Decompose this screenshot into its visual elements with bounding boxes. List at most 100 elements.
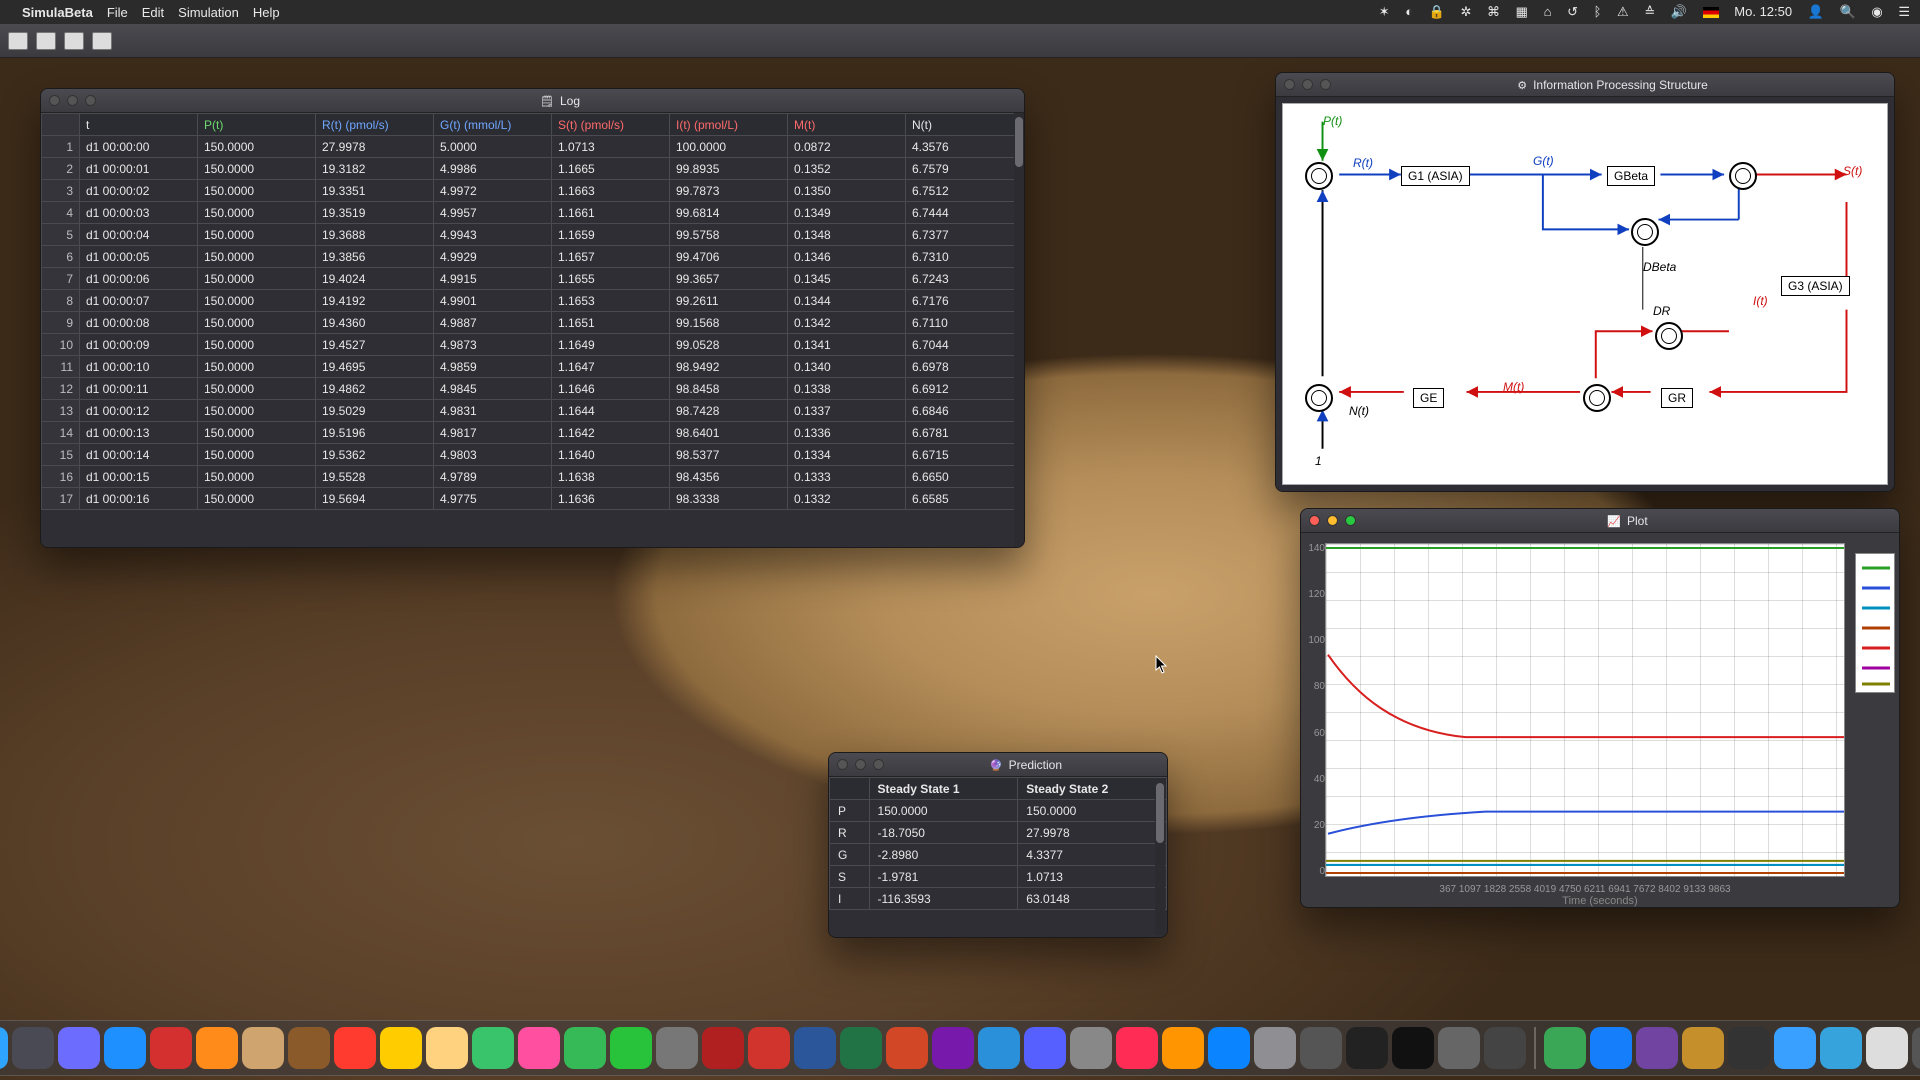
bluetooth-icon[interactable]: ᛒ	[1594, 4, 1602, 19]
table-row[interactable]: 3d1 00:00:02150.000019.33514.99721.16639…	[42, 180, 1024, 202]
table-row[interactable]: 6d1 00:00:05150.000019.38564.99291.16579…	[42, 246, 1024, 268]
minimize-icon[interactable]	[1327, 515, 1338, 526]
close-icon[interactable]	[49, 95, 60, 106]
dock-excel[interactable]	[840, 1027, 882, 1069]
dock-books2[interactable]	[1162, 1027, 1204, 1069]
statusitem-icon[interactable]: ▦	[1516, 4, 1528, 19]
menu-edit[interactable]: Edit	[142, 5, 164, 20]
dock-books[interactable]	[242, 1027, 284, 1069]
minimize-icon[interactable]	[855, 759, 866, 770]
log-header[interactable]: G(t) (mmol/L)	[434, 114, 552, 136]
log-header[interactable]	[42, 114, 80, 136]
zoom-icon[interactable]	[1320, 79, 1331, 90]
statusitem-icon[interactable]: ⌘	[1487, 4, 1500, 19]
menubar-clock[interactable]: Mo. 12:50	[1734, 4, 1792, 19]
dock-folder-docs[interactable]	[1774, 1027, 1816, 1069]
statusitem-icon[interactable]: ✶	[1379, 4, 1390, 19]
dock-textedit[interactable]	[1866, 1027, 1908, 1069]
close-icon[interactable]	[1284, 79, 1295, 90]
toolbar-open-icon[interactable]	[36, 32, 56, 50]
dock-finder[interactable]	[0, 1027, 8, 1069]
table-row[interactable]: 10d1 00:00:09150.000019.45274.98731.1649…	[42, 334, 1024, 356]
dock-finder-dup[interactable]	[1024, 1027, 1066, 1069]
dock-calendar[interactable]	[334, 1027, 376, 1069]
table-row[interactable]: 9d1 00:00:08150.000019.43604.98871.16519…	[42, 312, 1024, 334]
dock-opera[interactable]	[150, 1027, 192, 1069]
statusitem-icon[interactable]: ✲	[1461, 4, 1472, 19]
table-row[interactable]: I-116.359363.0148	[830, 888, 1167, 910]
prediction-scrollbar[interactable]	[1155, 779, 1165, 935]
log-window[interactable]: 🗒Log tP(t)R(t) (pmol/s)G(t) (mmol/L)S(t)…	[40, 88, 1025, 548]
table-row[interactable]: 15d1 00:00:14150.000019.53624.98031.1640…	[42, 444, 1024, 466]
dock-onenote[interactable]	[932, 1027, 974, 1069]
menu-simulation[interactable]: Simulation	[178, 5, 239, 20]
user-icon[interactable]: 👤	[1808, 4, 1824, 19]
dock-facetime[interactable]	[610, 1027, 652, 1069]
plot-window[interactable]: 📈Plot	[1300, 508, 1900, 908]
dock[interactable]	[0, 1020, 1920, 1076]
dock-wire[interactable]	[656, 1027, 698, 1069]
zoom-icon[interactable]	[85, 95, 96, 106]
dock-reminders[interactable]	[426, 1027, 468, 1069]
spotlight-icon[interactable]: 🔍	[1840, 4, 1856, 19]
close-icon[interactable]	[837, 759, 848, 770]
prediction-window[interactable]: 🔮Prediction Steady State 1Steady State 2…	[828, 752, 1168, 938]
table-row[interactable]: 17d1 00:00:16150.000019.56944.97751.1636…	[42, 488, 1024, 510]
scrollbar-thumb[interactable]	[1015, 117, 1023, 167]
prediction-header[interactable]: Steady State 1	[869, 778, 1018, 800]
dock-messages[interactable]	[564, 1027, 606, 1069]
prediction-titlebar[interactable]: 🔮Prediction	[829, 753, 1167, 777]
log-table[interactable]: tP(t)R(t) (pmol/s)G(t) (mmol/L)S(t) (pmo…	[41, 113, 1024, 510]
dock-app-beta[interactable]	[1682, 1027, 1724, 1069]
log-header[interactable]: R(t) (pmol/s)	[316, 114, 434, 136]
dock-contacts[interactable]	[288, 1027, 330, 1069]
dock-pyramid[interactable]	[1544, 1027, 1586, 1069]
table-row[interactable]: 14d1 00:00:13150.000019.51964.98171.1642…	[42, 422, 1024, 444]
table-row[interactable]: 13d1 00:00:12150.000019.50294.98311.1644…	[42, 400, 1024, 422]
menubar-app-name[interactable]: SimulaBeta	[22, 5, 93, 20]
dock-drive[interactable]	[1484, 1027, 1526, 1069]
minimize-icon[interactable]	[67, 95, 78, 106]
log-header[interactable]: I(t) (pmol/L)	[670, 114, 788, 136]
zoom-icon[interactable]	[1345, 515, 1356, 526]
plot-legend[interactable]	[1855, 553, 1895, 693]
dock-acrobat-folder[interactable]	[702, 1027, 744, 1069]
minimize-icon[interactable]	[1302, 79, 1313, 90]
statusitem-icon[interactable]: ⌂	[1544, 4, 1552, 19]
statusitem-icon[interactable]: ◐	[1405, 4, 1413, 19]
table-row[interactable]: 7d1 00:00:06150.000019.40244.99151.16559…	[42, 268, 1024, 290]
close-icon[interactable]	[1309, 515, 1320, 526]
table-row[interactable]: R-18.705027.9978	[830, 822, 1167, 844]
menu-file[interactable]: File	[107, 5, 128, 20]
table-row[interactable]: 4d1 00:00:03150.000019.35194.99571.16619…	[42, 202, 1024, 224]
toolbar-save-icon[interactable]	[64, 32, 84, 50]
structure-window[interactable]: ⚙Information Processing Structure	[1275, 72, 1895, 492]
structure-titlebar[interactable]: ⚙Information Processing Structure	[1276, 73, 1894, 97]
dock-charts[interactable]	[978, 1027, 1020, 1069]
log-scrollbar[interactable]	[1014, 113, 1024, 547]
control-center-icon[interactable]: ◉	[1871, 4, 1882, 19]
dock-app-b[interactable]	[1636, 1027, 1678, 1069]
dock-settings[interactable]	[1254, 1027, 1296, 1069]
dock-maps[interactable]	[472, 1027, 514, 1069]
dock-photos[interactable]	[518, 1027, 560, 1069]
prediction-header[interactable]	[830, 778, 870, 800]
dock-trash[interactable]	[1912, 1027, 1920, 1069]
table-row[interactable]: 5d1 00:00:04150.000019.36884.99431.16599…	[42, 224, 1024, 246]
prediction-header[interactable]: Steady State 2	[1018, 778, 1167, 800]
dock-acrobat[interactable]	[748, 1027, 790, 1069]
statusitem-icon[interactable]: ≙	[1644, 4, 1655, 19]
table-row[interactable]: S-1.97811.0713	[830, 866, 1167, 888]
table-row[interactable]: 1d1 00:00:00150.000027.99785.00001.07131…	[42, 136, 1024, 158]
volume-icon[interactable]: 🔊	[1671, 4, 1687, 19]
dock-launchpad[interactable]	[12, 1027, 54, 1069]
notification-center-icon[interactable]: ☰	[1898, 4, 1910, 19]
zoom-icon[interactable]	[873, 759, 884, 770]
dock-spotlight[interactable]	[58, 1027, 100, 1069]
toolbar-export-icon[interactable]	[92, 32, 112, 50]
log-header[interactable]: P(t)	[198, 114, 316, 136]
log-header[interactable]: N(t)	[906, 114, 1024, 136]
dock-music[interactable]	[1116, 1027, 1158, 1069]
dock-powerpoint[interactable]	[886, 1027, 928, 1069]
plot-titlebar[interactable]: 📈Plot	[1301, 509, 1899, 533]
